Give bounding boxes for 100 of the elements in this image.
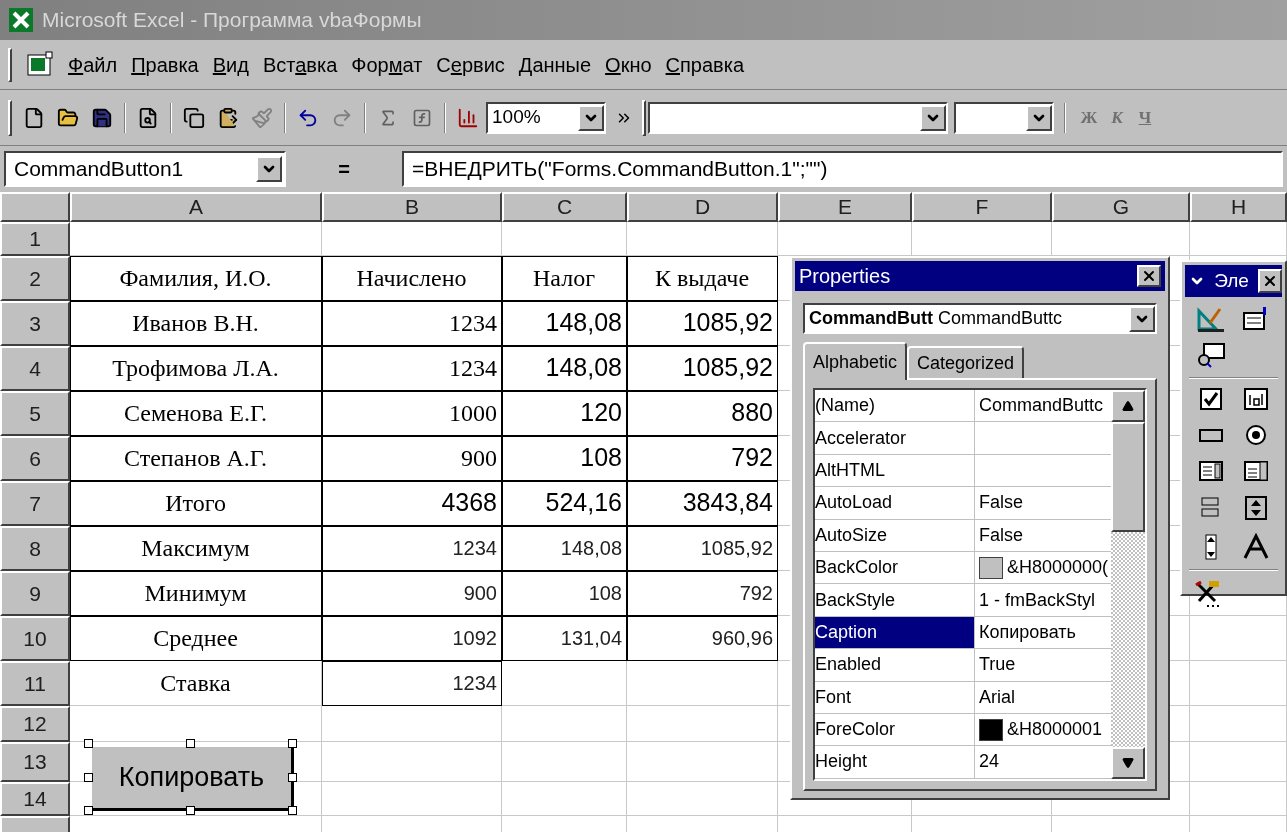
menu-item[interactable]: Справка — [665, 49, 745, 80]
object-dropdown[interactable]: CommandButt CommandButtc — [803, 303, 1157, 334]
property-name[interactable]: Enabled — [815, 649, 975, 681]
row-header[interactable]: 3 — [0, 301, 70, 346]
design-mode-icon[interactable] — [1196, 305, 1227, 333]
table-cell: 900 — [322, 571, 502, 616]
list-box-icon[interactable] — [1198, 459, 1225, 483]
combo-box-icon[interactable] — [1242, 459, 1269, 483]
label-icon[interactable] — [1241, 533, 1270, 561]
row-header[interactable]: 5 — [0, 391, 70, 436]
row-header[interactable]: 6 — [0, 436, 70, 481]
property-value[interactable]: Arial — [979, 683, 1015, 711]
menu-item[interactable]: Окно — [605, 49, 652, 80]
property-value[interactable]: True — [979, 651, 1016, 679]
row-header[interactable]: 11 — [0, 661, 70, 706]
property-value[interactable]: False — [979, 521, 1023, 549]
property-name[interactable]: AutoLoad — [815, 487, 975, 519]
select-all-button[interactable] — [0, 192, 70, 222]
menu-item[interactable]: Формат — [351, 49, 423, 80]
font-size-dropdown-button[interactable] — [1026, 104, 1052, 131]
checkbox-icon[interactable] — [1199, 387, 1224, 411]
row-header[interactable]: 13 — [0, 742, 70, 782]
property-name[interactable]: Caption — [815, 616, 975, 649]
resize-handle[interactable] — [288, 739, 297, 748]
property-name[interactable]: ForeColor — [815, 713, 975, 746]
row-header[interactable]: 9 — [0, 571, 70, 616]
row-header[interactable]: 1 — [0, 222, 70, 256]
column-header[interactable]: B — [322, 192, 502, 222]
resize-handle[interactable] — [84, 739, 93, 748]
property-value[interactable]: CommandButtc — [979, 392, 1104, 420]
row-header[interactable]: 8 — [0, 526, 70, 571]
down-arrow-icon — [1122, 756, 1134, 769]
text-box-icon[interactable] — [1242, 387, 1269, 411]
scroll-thumb[interactable] — [1111, 422, 1145, 532]
property-value[interactable]: 24 — [979, 748, 1000, 776]
table-cell: 1234 — [322, 661, 502, 706]
column-header[interactable]: E — [778, 192, 912, 222]
table-cell: 120 — [502, 391, 627, 436]
property-name[interactable]: AltHTML — [815, 454, 975, 487]
spin-button-icon[interactable] — [1243, 495, 1268, 521]
resize-handle[interactable] — [186, 806, 195, 815]
zoom-dropdown-button[interactable] — [578, 104, 604, 131]
tab[interactable]: Alphabetic — [803, 342, 908, 380]
close-button[interactable] — [1137, 265, 1161, 287]
menu-item[interactable]: Файл — [68, 49, 118, 80]
name-box-dropdown-button[interactable] — [256, 156, 282, 182]
column-header[interactable]: H — [1190, 192, 1287, 222]
table-cell: К выдаче — [627, 256, 778, 301]
column-header[interactable]: F — [912, 192, 1052, 222]
property-value[interactable]: &H8000000( — [1007, 554, 1109, 582]
row-header[interactable]: 10 — [0, 616, 70, 661]
resize-handle[interactable] — [288, 806, 297, 815]
close-button[interactable] — [1258, 269, 1282, 293]
resize-handle[interactable] — [84, 773, 93, 782]
column-header[interactable]: C — [502, 192, 627, 222]
property-name[interactable]: Accelerator — [815, 422, 975, 454]
property-name[interactable]: BackColor — [815, 551, 975, 584]
column-header[interactable]: D — [627, 192, 778, 222]
menu-item[interactable]: Данные — [518, 49, 592, 80]
tab[interactable]: Categorized — [907, 346, 1025, 378]
property-value[interactable]: &H8000001 — [1007, 716, 1103, 744]
row-header[interactable]: 2 — [0, 256, 70, 301]
property-value[interactable]: 1 - fmBackStyl — [979, 586, 1096, 614]
property-name[interactable]: Font — [815, 681, 975, 713]
property-name[interactable]: BackStyle — [815, 584, 975, 616]
row-header[interactable]: 12 — [0, 706, 70, 742]
scroll-down-button[interactable] — [1111, 746, 1145, 779]
resize-handle[interactable] — [186, 739, 195, 748]
row-header[interactable]: 4 — [0, 346, 70, 391]
row-header[interactable]: 14 — [0, 782, 70, 816]
resize-handle[interactable] — [288, 773, 297, 782]
zoom-field[interactable]: 100% — [486, 101, 606, 134]
table-cell: 148,08 — [502, 526, 627, 571]
column-header[interactable]: A — [70, 192, 322, 222]
table-cell: 1234 — [322, 526, 502, 571]
property-name[interactable]: (Name) — [815, 390, 975, 422]
name-box[interactable]: CommandButton1 — [4, 151, 286, 187]
font-name-dropdown-button[interactable] — [920, 104, 946, 131]
menu-item[interactable]: Вид — [212, 49, 249, 80]
menu-item[interactable]: Сервис — [436, 49, 505, 80]
font-name-field[interactable] — [648, 101, 948, 134]
table-cell: Иванов В.Н. — [70, 301, 322, 346]
row-header[interactable]: 7 — [0, 481, 70, 526]
column-header[interactable]: G — [1052, 192, 1190, 222]
view-code-icon[interactable] — [1196, 341, 1227, 369]
formula-field[interactable]: =ВНЕДРИТЬ("Forms.CommandButton.1";"") — [402, 151, 1283, 187]
scroll-up-button[interactable] — [1111, 390, 1145, 422]
property-value[interactable]: Копировать — [979, 618, 1076, 646]
property-value[interactable]: False — [979, 489, 1023, 517]
equals-button[interactable]: = — [294, 154, 394, 184]
menu-item[interactable]: Правка — [131, 49, 199, 80]
property-name[interactable]: AutoSize — [815, 519, 975, 551]
font-size-field[interactable] — [954, 101, 1054, 134]
resize-handle[interactable] — [84, 806, 93, 815]
radio-button-icon[interactable] — [1243, 423, 1268, 447]
property-name[interactable]: Height — [815, 746, 975, 778]
object-dropdown-button[interactable] — [1129, 305, 1155, 332]
table-cell: 1092 — [322, 616, 502, 661]
menu-item[interactable]: Вставка — [262, 49, 338, 80]
copy-command-button[interactable]: Копировать — [92, 747, 294, 811]
